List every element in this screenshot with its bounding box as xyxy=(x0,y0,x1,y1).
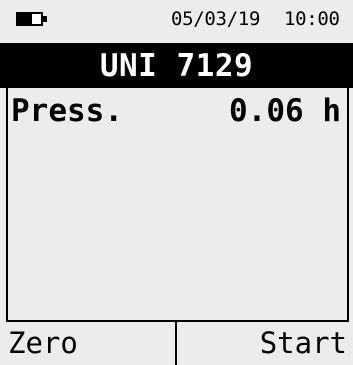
instrument-display: 05/03/19 10:00 UNI 7129 Press. 0.06 h Ze… xyxy=(0,0,353,365)
start-button[interactable]: Start xyxy=(177,322,349,365)
zero-button-label: Zero xyxy=(8,326,78,360)
softkey-bar: Zero Start xyxy=(6,322,349,365)
zero-button[interactable]: Zero xyxy=(6,322,177,365)
start-button-label: Start xyxy=(259,326,347,360)
pressure-value: 0.06 h xyxy=(229,93,341,129)
measurement-panel: Press. 0.06 h xyxy=(6,88,349,322)
page-title: UNI 7129 xyxy=(99,48,254,84)
time-readout: 10:00 xyxy=(284,8,340,30)
title-bar: UNI 7129 xyxy=(0,43,353,88)
date-readout: 05/03/19 xyxy=(171,8,261,30)
pressure-label: Press. xyxy=(11,93,123,129)
battery-icon xyxy=(16,12,47,26)
status-bar: 05/03/19 10:00 xyxy=(0,0,353,38)
